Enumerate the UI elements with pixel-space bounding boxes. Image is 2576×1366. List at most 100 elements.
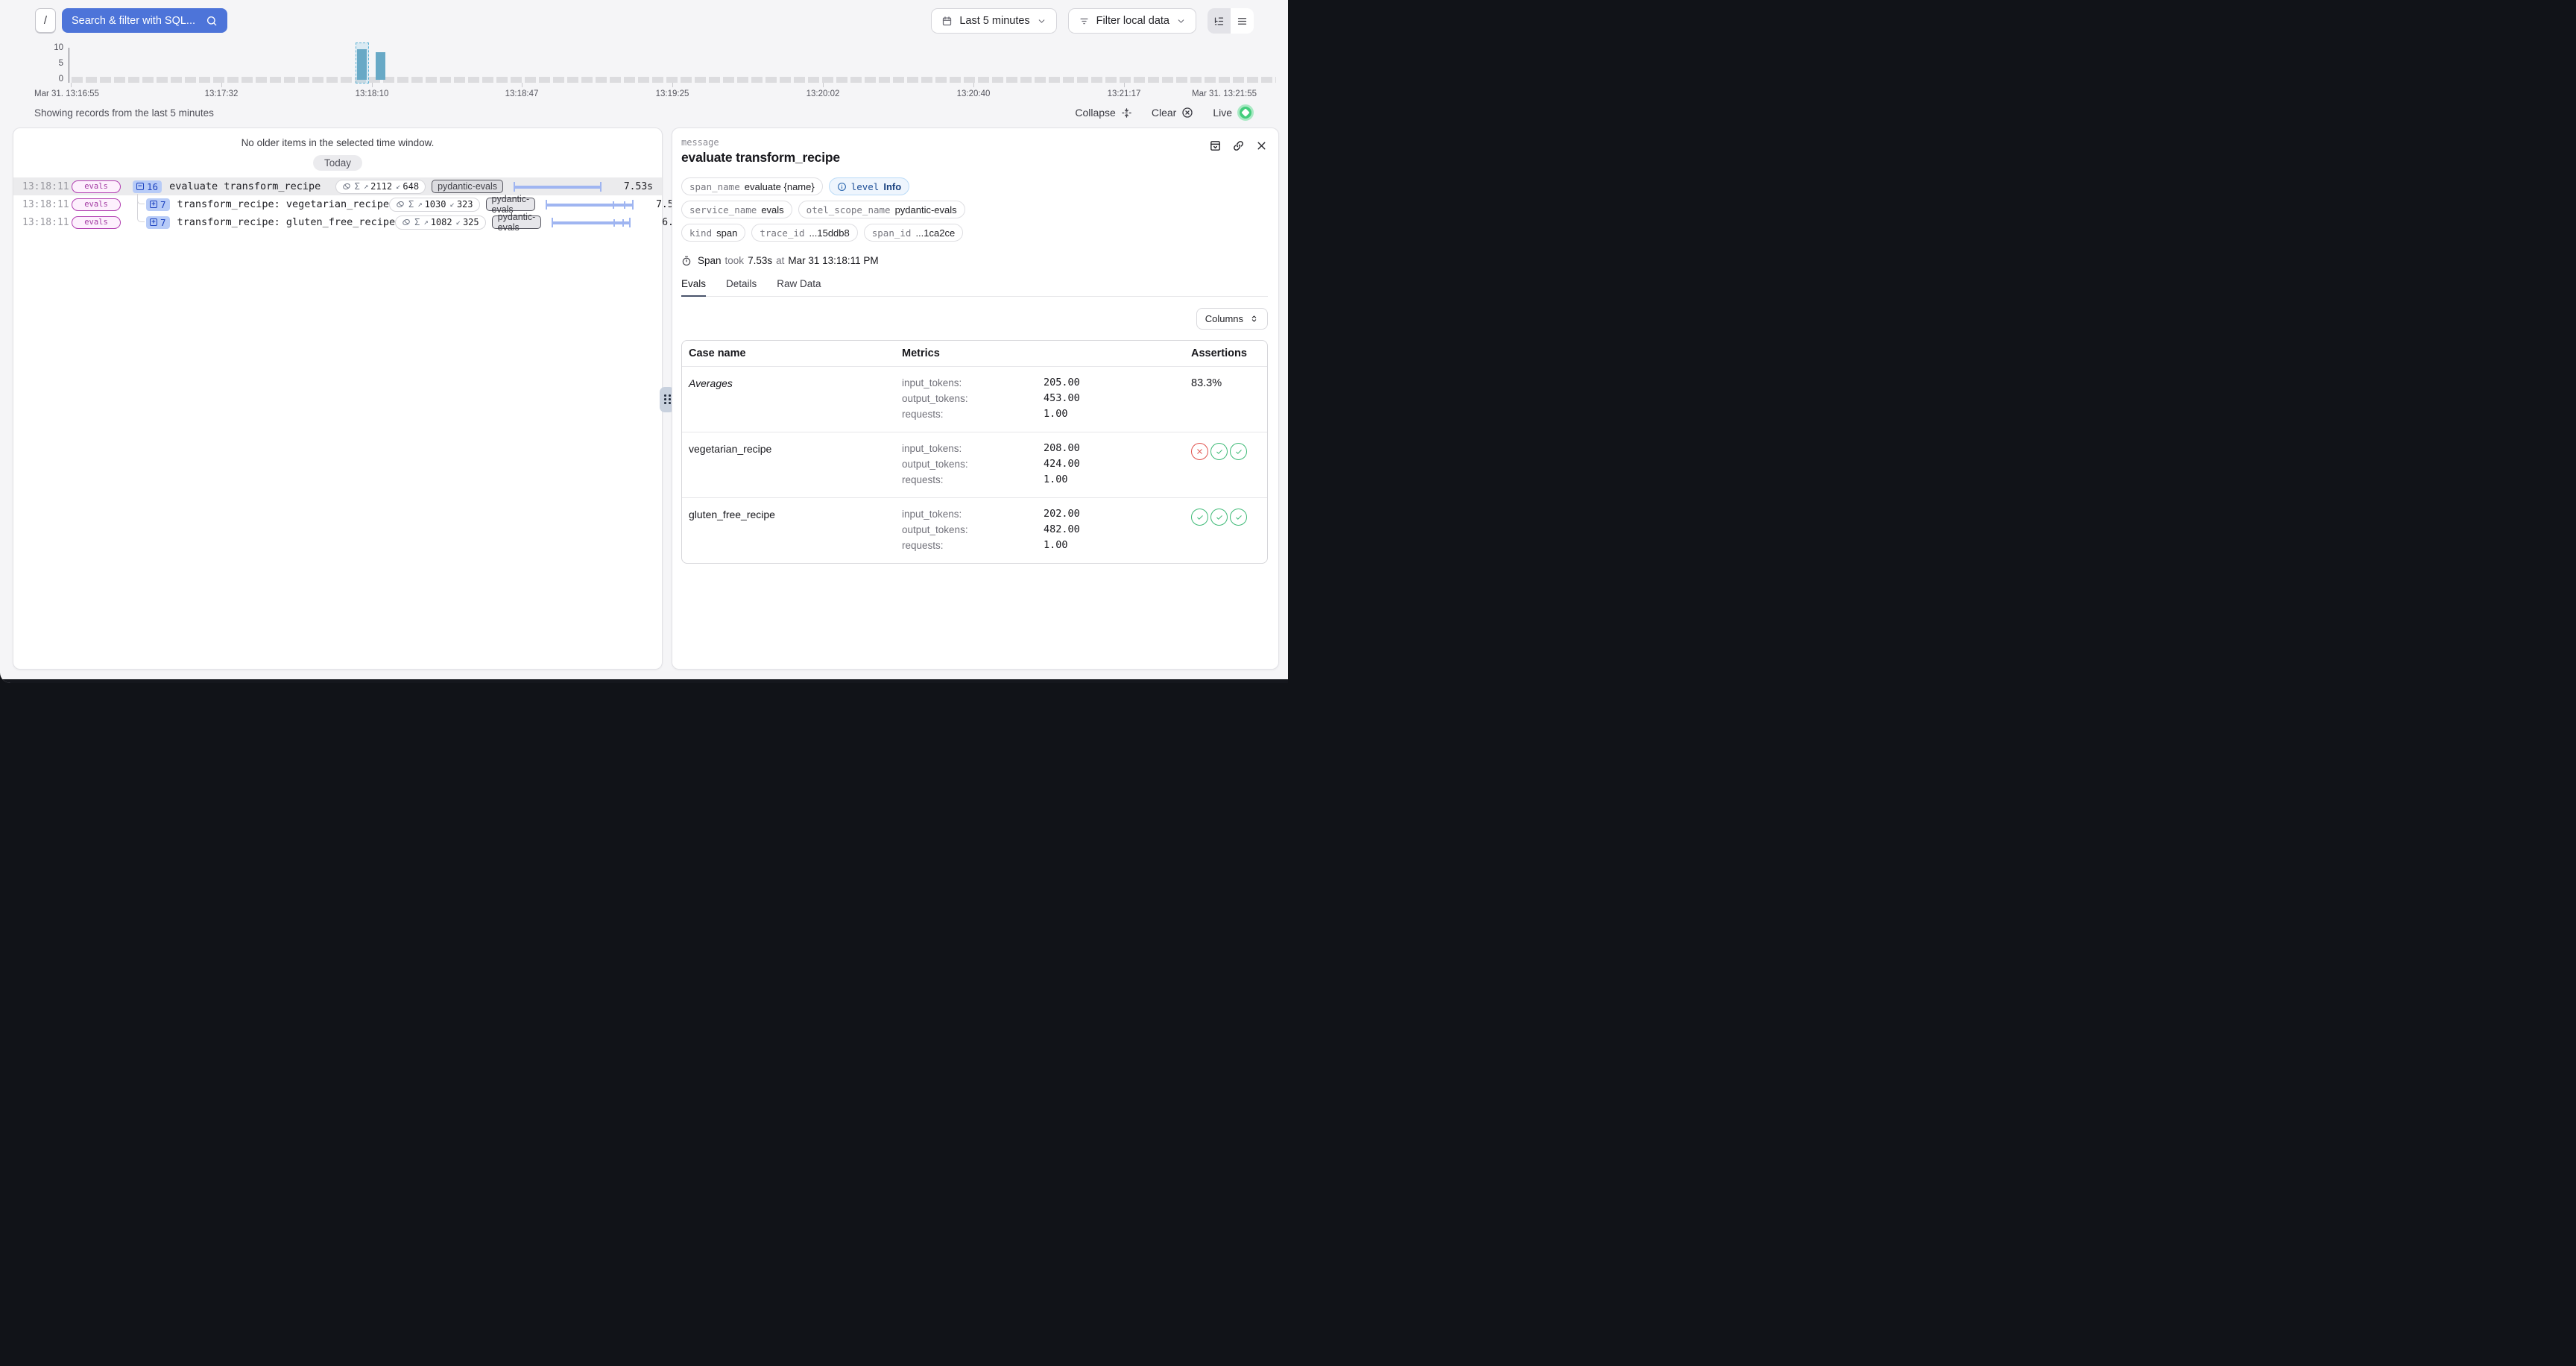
clear-label: Clear <box>1152 107 1176 119</box>
span-count: 7 <box>160 217 166 228</box>
y-tick-0: 0 <box>34 75 63 84</box>
scope-tag[interactable]: pydantic-evals <box>492 215 542 229</box>
records-timeline-chart[interactable]: 10 5 0 Mar 31. 13:16:55 13:17:32 13:18:1… <box>0 43 1288 104</box>
duration-text: 7.53s <box>610 181 653 192</box>
collapse-button[interactable]: Collapse <box>1075 107 1131 119</box>
sigma-icon: Σ <box>355 181 360 192</box>
eval-case-row[interactable]: gluten_free_recipe input_tokens:202.00 o… <box>682 497 1267 563</box>
duration-bar[interactable] <box>508 181 607 192</box>
span-count: 7 <box>160 199 166 210</box>
collapse-label: Collapse <box>1075 107 1115 119</box>
tab-evals[interactable]: Evals <box>681 278 706 297</box>
assertion-fail-icon[interactable] <box>1191 443 1208 460</box>
logfire-app: / Search & filter with SQL... Last 5 min… <box>0 0 1288 683</box>
window-bottom-edge <box>0 679 1288 683</box>
collapse-icon <box>1121 107 1132 119</box>
trace-row-time: 13:18:11 <box>22 199 66 210</box>
search-button[interactable]: Search & filter with SQL... <box>62 8 227 33</box>
assertion-pass-icon[interactable] <box>1230 443 1247 460</box>
eval-case-row[interactable]: Averages input_tokens:205.00 output_toke… <box>682 366 1267 432</box>
trace-row[interactable]: 13:18:11 evals − 16 evaluate transform_r… <box>13 177 662 195</box>
input-tokens-arrow-icon: ↗ <box>423 218 428 227</box>
span-count-chip[interactable]: + 7 <box>146 198 170 211</box>
expand-children-icon[interactable]: + <box>150 201 157 208</box>
token-stats-pill[interactable]: Σ ↗ 1030 ↙ 323 <box>389 198 479 212</box>
clear-button[interactable]: Clear <box>1152 107 1193 119</box>
case-name: Averages <box>682 367 893 432</box>
trace-row[interactable]: 13:18:11 evals + 7 transform_recipe: veg… <box>13 195 662 213</box>
input-tokens-count: 1082 <box>431 217 452 227</box>
timeline-bar[interactable] <box>376 52 385 80</box>
today-pill[interactable]: Today <box>313 155 362 171</box>
span-timestamp: Mar 31 13:18:11 PM <box>788 255 878 266</box>
attribute-chip-trace-id[interactable]: trace_id ...15ddb8 <box>751 224 857 242</box>
copy-link-icon[interactable] <box>1232 139 1245 152</box>
view-mode-toggle <box>1208 8 1254 34</box>
trace-row-time: 13:18:11 <box>22 181 66 192</box>
attribute-chip-otel-scope-name[interactable]: otel_scope_name pydantic-evals <box>798 201 965 218</box>
span-name: transform_recipe: vegetarian_recipe <box>177 198 389 210</box>
eval-case-row[interactable]: vegetarian_recipe input_tokens:208.00 ou… <box>682 432 1267 497</box>
y-tick-10: 10 <box>34 43 63 52</box>
duration-bar[interactable] <box>540 199 639 210</box>
input-tokens-count: 1030 <box>425 199 446 210</box>
live-toggle[interactable]: Live <box>1213 104 1254 121</box>
token-stats-pill[interactable]: Σ ↗ 1082 ↙ 325 <box>395 215 485 230</box>
list-view-toggle[interactable] <box>1231 8 1254 34</box>
service-badge[interactable]: evals <box>72 198 121 211</box>
live-indicator-icon[interactable] <box>1237 104 1254 121</box>
live-label: Live <box>1213 107 1232 119</box>
tree-view-toggle[interactable] <box>1208 8 1231 34</box>
service-badge[interactable]: evals <box>72 180 121 193</box>
expand-children-icon[interactable]: + <box>150 218 157 226</box>
timeline-baseline <box>72 77 1276 83</box>
header-metrics: Metrics <box>893 341 1190 366</box>
x-tick-label: Mar 31. 13:16:55 <box>34 89 99 98</box>
level-badge[interactable]: level Info <box>829 177 909 195</box>
columns-button[interactable]: Columns <box>1196 308 1268 330</box>
sigma-icon: Σ <box>414 217 420 227</box>
stopwatch-icon <box>681 256 692 266</box>
attribute-chip-span-id[interactable]: span_id ...1ca2ce <box>864 224 963 242</box>
x-tick-label: 13:17:32 <box>205 89 239 98</box>
timeline-bar-selected[interactable] <box>357 49 367 80</box>
filter-dropdown[interactable]: Filter local data <box>1068 8 1196 34</box>
x-tick-label: 13:19:25 <box>656 89 689 98</box>
token-stats-pill[interactable]: Σ ↗ 2112 ↙ 648 <box>335 180 426 194</box>
scope-tag[interactable]: pydantic-evals <box>432 180 503 193</box>
search-button-label: Search & filter with SQL... <box>72 15 195 27</box>
attribute-chip-kind[interactable]: kind span <box>681 224 745 242</box>
input-tokens-arrow-icon: ↗ <box>364 182 368 191</box>
scope-tag[interactable]: pydantic-evals <box>486 198 536 211</box>
slash-shortcut-key: / <box>35 8 56 33</box>
x-tick-label: Mar 31. 13:21:55 <box>1192 89 1257 98</box>
case-name: vegetarian_recipe <box>682 432 893 497</box>
attribute-chip-service-name[interactable]: service_name evals <box>681 201 792 218</box>
span-count-chip[interactable]: + 7 <box>146 216 170 229</box>
case-name: gluten_free_recipe <box>682 498 893 563</box>
calendar-icon <box>941 16 953 27</box>
assertion-pass-icon[interactable] <box>1210 443 1228 460</box>
assertion-pass-icon[interactable] <box>1230 509 1247 526</box>
trace-row-time: 13:18:11 <box>22 217 66 228</box>
service-badge[interactable]: evals <box>72 216 121 229</box>
trace-row[interactable]: 13:18:11 evals + 7 transform_recipe: glu… <box>13 213 662 231</box>
header-case-name: Case name <box>682 341 893 366</box>
close-icon[interactable] <box>1255 139 1268 152</box>
span-count-chip[interactable]: − 16 <box>133 180 162 193</box>
span-name: evaluate transform_recipe <box>169 180 321 192</box>
trace-list-panel: No older items in the selected time wind… <box>13 128 663 670</box>
attribute-chip-span-name[interactable]: span_name evaluate {name} <box>681 177 823 195</box>
x-tick-label: 13:21:17 <box>1108 89 1141 98</box>
time-range-dropdown[interactable]: Last 5 minutes <box>931 8 1056 34</box>
output-tokens-arrow-icon: ↙ <box>396 182 400 191</box>
dock-panel-icon[interactable] <box>1209 139 1222 152</box>
output-tokens-arrow-icon: ↙ <box>456 218 461 227</box>
duration-bar[interactable] <box>546 217 645 228</box>
assertion-pass-icon[interactable] <box>1191 509 1208 526</box>
assertion-pass-icon[interactable] <box>1210 509 1228 526</box>
tab-details[interactable]: Details <box>726 278 757 297</box>
detail-tabs: Evals Details Raw Data <box>681 278 1268 297</box>
tab-raw-data[interactable]: Raw Data <box>777 278 821 297</box>
collapse-children-icon[interactable]: − <box>136 183 144 190</box>
